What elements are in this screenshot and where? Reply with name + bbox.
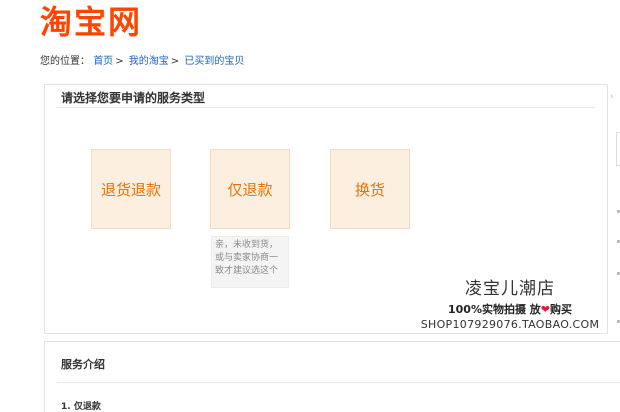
return-and-refund-button[interactable]: 退货退款 [91, 149, 171, 229]
heart-icon: ❤ [540, 303, 551, 316]
taobao-logo[interactable]: 淘宝网 [40, 2, 142, 42]
refund-only-button[interactable]: 仅退款 [210, 149, 290, 229]
watermark-slogan-before: 100%实物拍摄 放 [447, 303, 541, 316]
breadcrumb-purchased-link[interactable]: 已买到的宝贝 [184, 56, 244, 67]
refund-only-tooltip: 亲，未收到货，或与卖家协商一致才建议选这个 [211, 236, 289, 288]
side-panel-edge: › [608, 92, 620, 332]
shop-watermark: 凌宝儿潮店 100%实物拍摄 放❤购买 SHOP107929076.TAOBAO… [414, 278, 606, 332]
breadcrumb-separator: > [115, 56, 124, 67]
divider [57, 382, 620, 383]
breadcrumb: 您的位置： 首页 > 我的淘宝 > 已买到的宝贝 [40, 52, 244, 67]
watermark-slogan-after: 购买 [550, 303, 573, 316]
watermark-url: SHOP107929076.TAOBAO.COM [420, 318, 600, 331]
chevron-right-icon: › [610, 92, 614, 102]
divider [57, 107, 595, 108]
intro-title: 服务介绍 [61, 358, 105, 371]
side-box [616, 132, 620, 166]
service-intro-section: 服务介绍 1. 仅退款 [44, 341, 620, 412]
intro-item-refund-only: 1. 仅退款 [61, 402, 101, 412]
breadcrumb-separator: > [170, 56, 180, 67]
exchange-button[interactable]: 换货 [330, 149, 410, 229]
breadcrumb-my-taobao-link[interactable]: 我的淘宝 [129, 56, 169, 67]
breadcrumb-home-link[interactable]: 首页 [93, 56, 113, 67]
panel-title: 请选择您要申请的服务类型 [61, 91, 206, 105]
breadcrumb-prefix: 您的位置： [40, 56, 90, 67]
watermark-slogan: 100%实物拍摄 放❤购买 [414, 302, 606, 318]
watermark-shop-name: 凌宝儿潮店 [465, 279, 555, 299]
